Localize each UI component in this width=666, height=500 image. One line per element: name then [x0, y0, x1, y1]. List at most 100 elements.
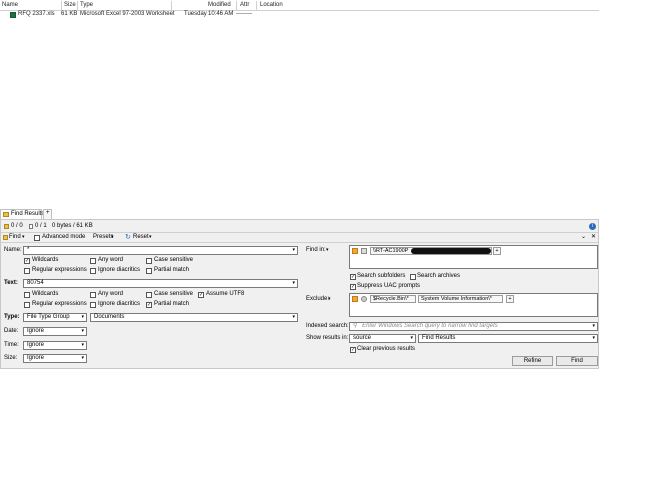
search-subfolders-checkbox[interactable]: ✓ — [350, 274, 356, 280]
reset-button[interactable]: Reset — [133, 234, 149, 240]
assume-utf8-checkbox[interactable]: ✓ — [198, 292, 204, 298]
search-icon: ⚲ — [353, 323, 358, 329]
location-icon — [352, 248, 358, 254]
find-in-box[interactable]: \\RT-AC1900P + — [349, 245, 598, 269]
advanced-mode-checkbox[interactable] — [34, 235, 40, 241]
search-archives-label: Search archives — [417, 273, 461, 279]
time-label: Time: — [4, 342, 19, 348]
indexed-search-placeholder: Enter Windows Search query to narrow fin… — [362, 323, 498, 329]
exclude-value-1: $Recycle.Bin\* — [373, 296, 409, 302]
chevron-down-icon: ▾ — [292, 280, 295, 286]
text-partial-match-checkbox[interactable]: ✓ — [146, 302, 152, 308]
find-menu[interactable]: Find — [9, 234, 21, 240]
date-select[interactable]: Ignore ▾ — [23, 327, 87, 336]
text-case-sensitive-label: Case sensitive — [154, 291, 194, 297]
suppress-uac-checkbox[interactable]: ✓ — [350, 284, 356, 290]
search-archives-checkbox[interactable] — [410, 274, 416, 280]
close-icon[interactable]: ✕ — [591, 233, 596, 240]
type-group-select[interactable]: Documents ▾ — [90, 313, 298, 322]
redacted-block — [411, 248, 491, 254]
exclude-label: Exclude: — [306, 296, 330, 302]
location-icon — [352, 296, 358, 302]
exclude-value-2: System Volume Information\* — [421, 296, 492, 302]
show-results-source-select[interactable]: source ▾ — [349, 334, 416, 343]
any-word-checkbox[interactable] — [90, 258, 96, 264]
assume-utf8-label: Assume UTF8 — [206, 291, 245, 297]
text-wildcards-checkbox[interactable] — [24, 292, 30, 298]
column-divider — [256, 1, 257, 10]
path-value: \\RT-AC1900P — [373, 248, 409, 254]
column-header-type[interactable]: Type — [80, 2, 93, 9]
size-select[interactable]: Ignore ▾ — [23, 354, 87, 363]
tab-find-results[interactable]: Find Results — [0, 209, 44, 219]
find-panel: 0 / 0 0 / 1 0 bytes / 61 KB i Find ▾ Adv… — [0, 219, 599, 369]
column-header-modified[interactable]: Modified — [208, 2, 231, 9]
size-value: Ignore — [27, 355, 45, 361]
column-header-size[interactable]: Size — [64, 2, 76, 9]
partial-match-checkbox[interactable] — [146, 268, 152, 274]
case-sensitive-checkbox[interactable] — [146, 258, 152, 264]
find-button[interactable]: Find — [556, 356, 598, 366]
advanced-mode-label: Advanced mode — [42, 234, 86, 240]
text-ignore-diacritics-checkbox[interactable] — [90, 302, 96, 308]
wildcards-label: Wildcards — [32, 257, 59, 263]
file-status-icon — [29, 224, 33, 229]
add-location-button[interactable]: + — [493, 247, 501, 255]
text-any-word-checkbox[interactable] — [90, 292, 96, 298]
chevron-down-icon: ▾ — [149, 234, 152, 240]
column-divider — [77, 1, 78, 10]
chevron-down-icon[interactable]: ▾ — [326, 247, 329, 253]
type-label: Type: — [4, 314, 20, 320]
indexed-search-input[interactable]: ⚲ Enter Windows Search query to narrow f… — [349, 322, 598, 331]
find-in-label: Find in: — [306, 247, 326, 253]
chevron-down-icon: ▾ — [81, 314, 84, 320]
exclude-box[interactable]: $Recycle.Bin\* System Volume Information… — [349, 293, 598, 317]
collapse-icon[interactable]: ⌄ — [581, 233, 586, 240]
text-input[interactable]: 80754 ▾ — [23, 279, 298, 288]
regex-checkbox[interactable] — [24, 268, 30, 274]
ignore-diacritics-checkbox[interactable] — [90, 268, 96, 274]
text-case-sensitive-checkbox[interactable] — [146, 292, 152, 298]
column-header-attr[interactable]: Attr — [240, 2, 249, 9]
ignore-diacritics-label: Ignore diacritics — [98, 267, 141, 273]
column-divider — [61, 1, 62, 10]
text-partial-match-label: Partial match — [154, 301, 190, 307]
chevron-down-icon: ▾ — [81, 355, 84, 361]
text-regex-checkbox[interactable] — [24, 302, 30, 308]
clear-previous-checkbox[interactable]: ✓ — [350, 347, 356, 353]
column-header-name[interactable]: Name — [2, 2, 18, 9]
type-select[interactable]: File Type Group ▾ — [23, 313, 87, 322]
folder-icon — [3, 212, 9, 217]
chevron-down-icon: ▾ — [292, 247, 295, 253]
chevron-down-icon: ▾ — [111, 234, 114, 240]
show-results-label: Show results in: — [306, 335, 349, 341]
chevron-down-icon[interactable]: ▾ — [328, 296, 331, 302]
search-subfolders-label: Search subfolders — [357, 273, 406, 279]
exclude-chip-system-volume[interactable]: System Volume Information\* — [418, 295, 503, 303]
time-select[interactable]: Ignore ▾ — [23, 341, 87, 350]
refine-button[interactable]: Refine — [512, 356, 553, 366]
table-row[interactable]: RFQ 2337.xls 61 KB Microsoft Excel 97-20… — [0, 11, 599, 19]
show-results-target-select[interactable]: Find Results ▾ — [418, 334, 598, 343]
excel-file-icon — [10, 12, 16, 18]
time-value: Ignore — [27, 342, 45, 348]
file-name: RFQ 2337.xls — [18, 11, 55, 17]
case-sensitive-label: Case sensitive — [154, 257, 194, 263]
date-label: Date: — [4, 328, 19, 334]
clear-previous-label: Clear previous results — [357, 346, 416, 352]
reset-icon: ↻ — [125, 234, 131, 241]
exclude-chip-recycle[interactable]: $Recycle.Bin\* — [370, 295, 416, 303]
column-divider — [171, 1, 172, 10]
wildcards-checkbox[interactable]: ✓ — [24, 258, 30, 264]
add-tab-button[interactable]: + — [43, 209, 52, 219]
type-value: File Type Group — [27, 314, 70, 320]
add-exclude-button[interactable]: + — [506, 295, 514, 303]
info-icon[interactable]: i — [589, 223, 596, 230]
path-chip[interactable]: \\RT-AC1900P — [370, 247, 492, 255]
file-day: Tuesday — [184, 11, 207, 17]
file-size: 61 KB — [61, 11, 78, 17]
regex-label: Regular expressions — [32, 267, 87, 273]
name-input[interactable]: * ▾ — [23, 246, 298, 255]
column-header-location[interactable]: Location — [260, 2, 283, 9]
status-bytes: 0 bytes / 61 KB — [52, 223, 93, 229]
